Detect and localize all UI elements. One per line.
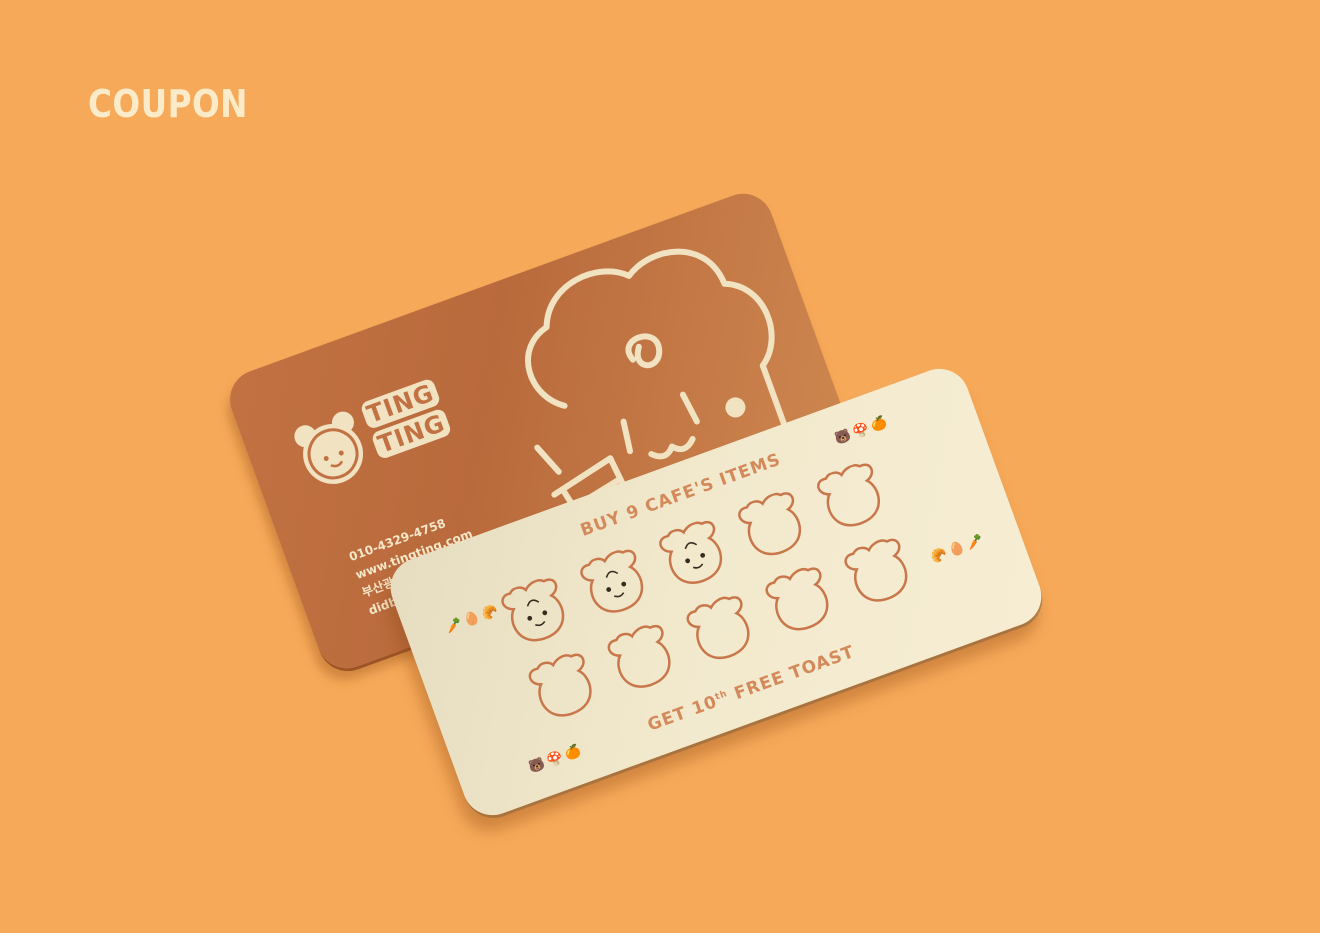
- page-title: COUPON: [88, 82, 248, 126]
- food-icons-left: 🥕🥚🥐: [443, 602, 504, 636]
- food-icons-right: 🥐🥚🥕: [929, 532, 989, 566]
- stamp-empty: [814, 458, 889, 535]
- stamp-empty: [762, 562, 838, 638]
- stamp-empty: [525, 648, 601, 725]
- stamp-filled: [498, 573, 574, 649]
- brand-logo: TING TING: [280, 359, 489, 509]
- stamp-empty: [683, 591, 759, 667]
- stamp-filled: [577, 544, 653, 621]
- stamp-empty: [604, 620, 680, 696]
- stamp-empty: [735, 487, 810, 563]
- stamp-filled: [656, 516, 731, 592]
- stamp-empty: [841, 533, 917, 610]
- footer-prefix: GET 10: [644, 691, 721, 736]
